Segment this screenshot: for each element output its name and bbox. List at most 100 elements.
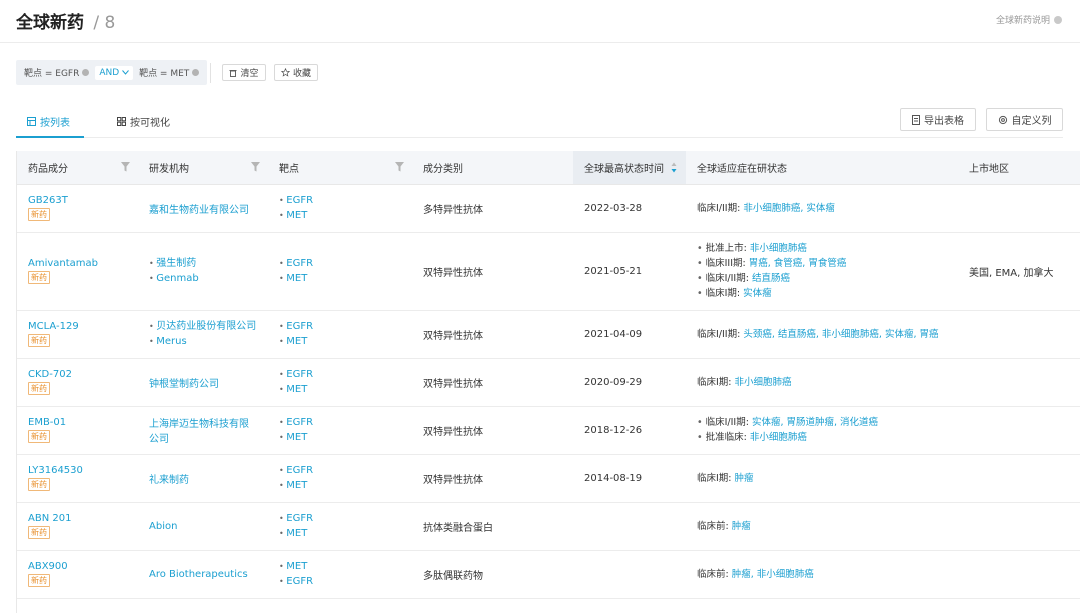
help-label: 全球新药说明: [995, 16, 1050, 26]
filter-chip-egfr[interactable]: 靶点 = EGFR: [24, 66, 90, 79]
indication-link[interactable]: 胃癌, 食管癌, 胃食管癌: [749, 258, 847, 269]
cell-status: 临床前: 肿瘤: [686, 502, 958, 551]
target-link[interactable]: EGFR: [279, 574, 401, 589]
cell-target: EGFRMET: [268, 232, 412, 311]
drug-name-link[interactable]: CKD-702: [28, 369, 127, 380]
indication-link[interactable]: 非小细胞肺癌: [750, 243, 807, 254]
indication-link[interactable]: 非小细胞肺癌: [750, 432, 807, 443]
target-link[interactable]: MET: [279, 208, 401, 223]
remove-filter-icon[interactable]: [192, 69, 200, 76]
sort-icon[interactable]: [671, 162, 677, 173]
filter-icon[interactable]: [251, 162, 260, 172]
drug-name-link[interactable]: EMB-01: [28, 417, 127, 428]
org-link[interactable]: Genmab: [149, 271, 257, 286]
filter-operator-select[interactable]: AND: [95, 65, 134, 80]
target-link[interactable]: EGFR: [279, 367, 401, 382]
indication-link[interactable]: 非小细胞肺癌: [735, 377, 792, 388]
target-link[interactable]: MET: [279, 334, 401, 349]
status-line: 临床前: 肿瘤, 非小细胞肺癌: [697, 567, 947, 582]
status-stage: 临床前:: [697, 568, 729, 580]
result-count-value: 8: [104, 13, 116, 33]
cell-drug: ABX900 新药: [17, 550, 138, 599]
cell-date: 2014-08-19: [573, 454, 686, 503]
drug-name-link[interactable]: MCLA-129: [28, 321, 127, 332]
org-link[interactable]: 上海岸迈生物科技有限公司: [149, 419, 249, 445]
column-header-date[interactable]: 全球最高状态时间: [573, 151, 686, 185]
target-link[interactable]: MET: [279, 559, 401, 574]
status-line: 临床I/II期: 结直肠癌: [697, 271, 947, 286]
clear-filters-button[interactable]: 清空: [222, 64, 266, 81]
indication-link[interactable]: 结直肠癌: [752, 273, 790, 284]
drug-name-link[interactable]: Amivantamab: [28, 258, 127, 269]
cell-target: EGFRMET: [268, 454, 412, 503]
filter-chip-met[interactable]: 靶点 = MET: [139, 66, 200, 79]
cell-drug: MCLA-129 新药: [17, 310, 138, 359]
indication-link[interactable]: 肿瘤: [732, 521, 751, 532]
export-table-button[interactable]: 导出表格: [900, 108, 976, 131]
target-link[interactable]: MET: [279, 478, 401, 493]
cell-org: 上海岸迈生物科技有限公司: [138, 406, 268, 455]
cell-status: 临床I期: 肿瘤: [686, 454, 958, 503]
target-link[interactable]: EGFR: [279, 511, 401, 526]
target-link[interactable]: EGFR: [279, 256, 401, 271]
cell-region: [958, 454, 1080, 503]
column-header-label: 成分类别: [423, 163, 463, 175]
target-link[interactable]: MET: [279, 271, 401, 286]
org-link[interactable]: 礼来制药: [149, 475, 189, 486]
tab-visual[interactable]: 按可视化: [117, 114, 170, 129]
target-link[interactable]: EGFR: [279, 193, 401, 208]
remove-filter-icon[interactable]: [82, 69, 90, 76]
target-link[interactable]: MET: [279, 430, 401, 445]
drug-name-link[interactable]: ABX900: [28, 561, 127, 572]
column-header-drug[interactable]: 药品成分: [17, 151, 138, 185]
drug-name-link[interactable]: ABN 201: [28, 513, 127, 524]
page-title: 全球新药 / 8: [16, 8, 115, 33]
cell-status: 临床I期: 非小细胞肺癌: [686, 358, 958, 407]
org-link[interactable]: 钟根堂制药公司: [149, 379, 219, 390]
status-stage: 临床I期:: [705, 288, 741, 299]
target-link[interactable]: MET: [279, 382, 401, 397]
filter-bar: 靶点 = EGFR AND 靶点 = MET: [16, 60, 208, 85]
indication-link[interactable]: 肿瘤, 非小细胞肺癌: [732, 569, 814, 580]
indication-link[interactable]: 头颈癌, 结直肠癌, 非小细胞肺癌, 实体瘤, 胃癌: [743, 329, 938, 340]
drug-name-link[interactable]: GB263T: [28, 195, 127, 206]
column-header-status[interactable]: 全球适应症在研状态: [686, 151, 958, 185]
drug-name-link[interactable]: LY3164530: [28, 465, 127, 476]
status-stage: 临床I/II期:: [705, 273, 749, 284]
cell-region: [958, 310, 1080, 359]
help-link[interactable]: 全球新药说明: [996, 13, 1062, 26]
org-link[interactable]: 嘉和生物药业有限公司: [149, 205, 249, 216]
cell-region: [958, 550, 1080, 599]
indication-link[interactable]: 实体瘤: [743, 288, 772, 299]
filter-icon[interactable]: [121, 162, 130, 172]
indication-link[interactable]: 非小细胞肺癌, 实体瘤: [743, 203, 835, 214]
column-header-org[interactable]: 研发机构: [138, 151, 268, 185]
org-link[interactable]: Merus: [149, 334, 257, 349]
org-link[interactable]: 贝达药业股份有限公司: [149, 319, 257, 334]
indication-link[interactable]: 肿瘤: [735, 473, 754, 484]
cell-date: 2021-04-09: [573, 310, 686, 359]
org-link[interactable]: 强生制药: [149, 256, 257, 271]
active-tab-indicator: [16, 136, 84, 138]
column-header-target[interactable]: 靶点: [268, 151, 412, 185]
column-header-category[interactable]: 成分类别: [412, 151, 573, 185]
target-link[interactable]: EGFR: [279, 319, 401, 334]
new-drug-badge: 新药: [28, 382, 50, 395]
cell-category: 抗体类融合蛋白: [412, 502, 573, 551]
new-drug-badge: 新药: [28, 208, 50, 221]
favorite-button[interactable]: 收藏: [274, 64, 318, 81]
tab-list[interactable]: 按列表: [27, 114, 70, 129]
cell-org: 嘉和生物药业有限公司: [138, 184, 268, 233]
target-link[interactable]: MET: [279, 526, 401, 541]
target-link[interactable]: EGFR: [279, 463, 401, 478]
status-stage: 临床I/II期:: [705, 417, 749, 428]
cell-status: 临床I/II期: 非小细胞肺癌, 实体瘤: [686, 184, 958, 233]
org-link[interactable]: Aro Biotherapeutics: [149, 569, 248, 580]
target-link[interactable]: EGFR: [279, 415, 401, 430]
column-header-region[interactable]: 上市地区: [958, 151, 1080, 185]
cell-category: 多特异性抗体: [412, 184, 573, 233]
filter-icon[interactable]: [395, 162, 404, 172]
custom-columns-button[interactable]: 自定义列: [986, 108, 1063, 131]
indication-link[interactable]: 实体瘤, 胃肠道肿瘤, 消化道癌: [752, 417, 878, 428]
org-link[interactable]: Abion: [149, 521, 177, 532]
